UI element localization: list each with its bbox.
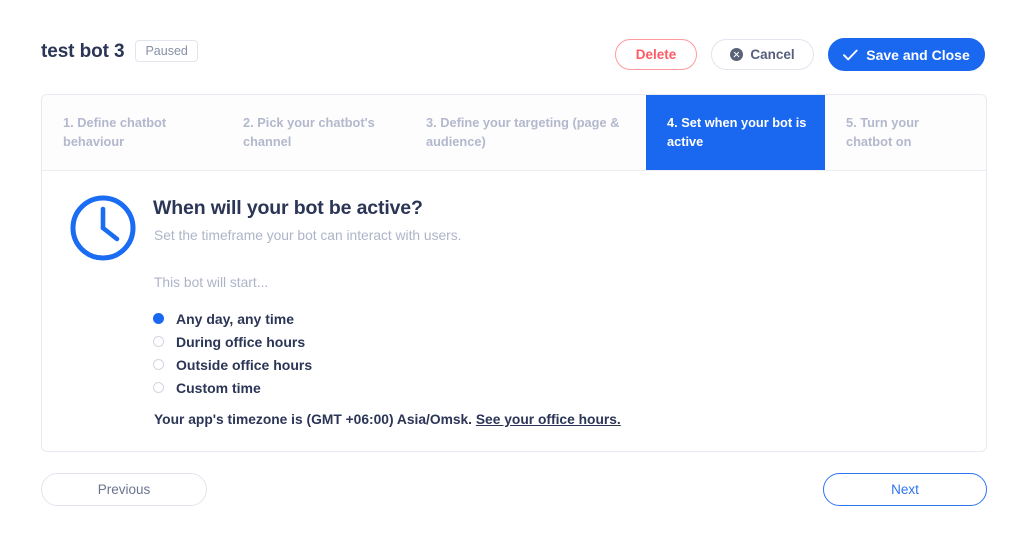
check-icon: [843, 49, 858, 60]
radio-dot-icon: [153, 313, 164, 324]
radio-option-outside-office-hours[interactable]: Outside office hours: [153, 353, 312, 376]
office-hours-link[interactable]: See your office hours.: [476, 412, 621, 427]
cancel-button[interactable]: Cancel: [711, 39, 814, 70]
radio-dot-icon: [153, 382, 164, 393]
wizard-step-1-label: 1. Define chatbot behaviour: [63, 114, 167, 149]
wizard-step-2[interactable]: 2. Pick your chatbot's channel: [222, 95, 405, 170]
previous-button[interactable]: Previous: [41, 473, 207, 506]
radio-option-label: During office hours: [176, 333, 306, 350]
timezone-text: Your app's timezone is (GMT +06:00) Asia…: [154, 412, 473, 427]
save-and-close-button[interactable]: Save and Close: [828, 38, 985, 71]
delete-button[interactable]: Delete: [615, 39, 697, 70]
wizard-card: 1. Define chatbot behaviour 2. Pick your…: [41, 94, 987, 452]
page-title: test bot 3: [41, 40, 125, 62]
radio-option-label: Outside office hours: [176, 356, 313, 373]
wizard-step-4-label: 4. Set when your bot is active: [667, 114, 807, 149]
timezone-note: Your app's timezone is (GMT +06:00) Asia…: [154, 412, 621, 427]
wizard-step-5[interactable]: 5. Turn your chatbot on: [825, 95, 985, 170]
wizard-steps: 1. Define chatbot behaviour 2. Pick your…: [42, 95, 986, 171]
radio-dot-icon: [153, 336, 164, 347]
header-actions: Delete Cancel Save and Close: [615, 38, 985, 71]
wizard-step-2-label: 2. Pick your chatbot's channel: [243, 114, 375, 149]
wizard-page: test bot 3 Paused Delete Cancel Save and…: [0, 0, 1024, 557]
wizard-step-4[interactable]: 4. Set when your bot is active: [646, 95, 825, 170]
delete-button-label: Delete: [635, 47, 677, 62]
panel-subtitle: Set the timeframe your bot can interact …: [154, 228, 462, 243]
wizard-step-5-label: 5. Turn your chatbot on: [846, 114, 919, 149]
schedule-radio-group: Any day, any time During office hours Ou…: [153, 307, 312, 399]
radio-option-label: Any day, any time: [176, 310, 295, 327]
save-and-close-label: Save and Close: [866, 46, 970, 63]
radio-dot-icon: [153, 359, 164, 370]
panel-title: When will your bot be active?: [153, 197, 423, 219]
wizard-footer: Previous Next: [41, 473, 987, 508]
page-header: test bot 3 Paused Delete Cancel Save and…: [0, 0, 1024, 88]
status-badge: Paused: [135, 40, 198, 62]
radio-option-label: Custom time: [176, 379, 261, 396]
wizard-step-1[interactable]: 1. Define chatbot behaviour: [42, 95, 222, 170]
radio-option-during-office-hours[interactable]: During office hours: [153, 330, 312, 353]
header-title-group: test bot 3 Paused: [41, 40, 198, 62]
step-panel: When will your bot be active? Set the ti…: [42, 171, 986, 451]
next-button-label: Next: [891, 482, 919, 497]
x-circle-icon: [730, 48, 744, 61]
wizard-step-3[interactable]: 3. Define your targeting (page & audienc…: [405, 95, 646, 170]
next-button[interactable]: Next: [823, 473, 987, 506]
radio-option-any-day-any-time[interactable]: Any day, any time: [153, 307, 312, 330]
cancel-button-label: Cancel: [750, 47, 795, 62]
start-field-label: This bot will start...: [154, 275, 269, 290]
radio-option-custom-time[interactable]: Custom time: [153, 376, 312, 399]
clock-icon: [70, 195, 136, 261]
previous-button-label: Previous: [97, 482, 151, 497]
wizard-step-3-label: 3. Define your targeting (page & audienc…: [426, 114, 620, 149]
